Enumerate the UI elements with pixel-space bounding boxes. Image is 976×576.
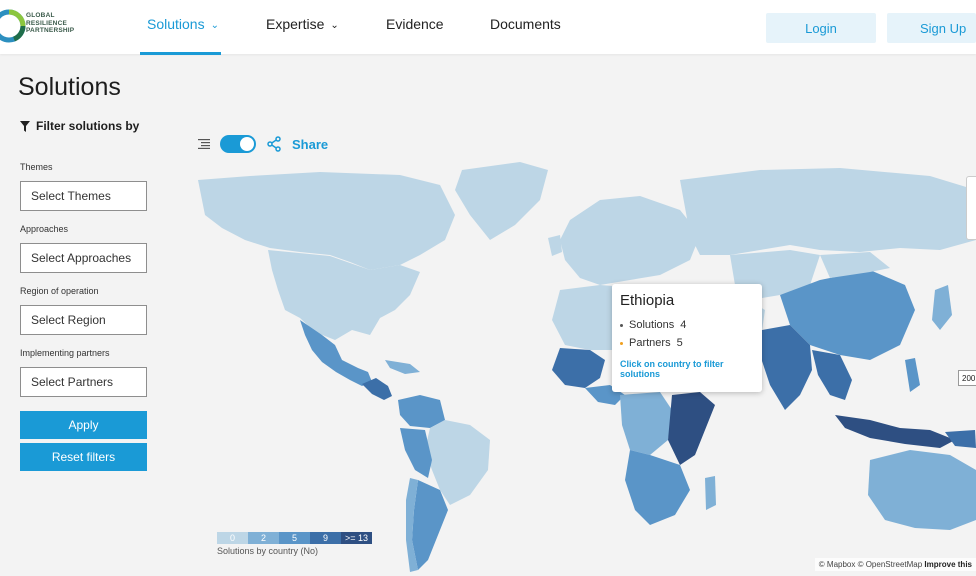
chevron-down-icon: ⌄ [210,19,219,31]
legend-bin-4: >= 13 [341,532,372,544]
themes-label: Themes [20,162,53,172]
share-label[interactable]: Share [292,137,328,152]
signup-label: Sign Up [920,20,967,36]
nav-evidence-label: Evidence [386,16,444,32]
map-zoom-control[interactable] [966,176,976,240]
region-select-value: Select Region [31,313,106,327]
chevron-down-icon: ⌄ [330,19,339,31]
southeast-asia [812,350,852,400]
list-icon[interactable] [198,139,210,149]
page-title: Solutions [18,73,121,101]
madagascar [705,476,716,510]
tooltip-partners-label: Partners [629,337,671,349]
ethiopia-east-africa [668,392,715,465]
signup-button[interactable]: Sign Up [887,13,976,43]
legend-bins: 0 2 5 9 >= 13 [217,532,372,544]
nav-expertise[interactable]: Expertise ⌄ [266,16,339,32]
tooltip-filter-link[interactable]: Click on country to filter solutions [620,359,754,379]
tooltip-solutions-label: Solutions [629,319,675,331]
reset-filters-button[interactable]: Reset filters [20,443,147,471]
nav-evidence[interactable]: Evidence [386,16,444,32]
login-label: Login [805,20,837,36]
tooltip-solutions-value: 4 [680,319,687,331]
nav-expertise-label: Expertise [266,16,325,32]
region-label: Region of operation [20,286,99,296]
filter-icon [20,120,30,132]
canada [198,172,455,270]
bullet-icon [620,323,623,327]
login-button[interactable]: Login [766,13,876,43]
improve-map-link[interactable]: Improve this [924,560,972,569]
logo-line-2: RESILIENCE [26,19,68,27]
apply-label: Apply [68,418,99,432]
greenland [455,162,548,240]
logo-line-1: GLOBAL [26,12,55,19]
tooltip-solutions-row: Solutions 4 [620,319,754,331]
europe [560,196,700,285]
partners-label: Implementing partners [20,348,110,358]
nav-active-underline [140,52,221,55]
themes-select-value: Select Themes [31,189,111,203]
themes-select[interactable]: Select Themes [20,181,147,211]
attribution-text: © Mapbox © OpenStreetMap [818,560,923,569]
region-select[interactable]: Select Region [20,305,147,335]
nav-solutions[interactable]: Solutions ⌄ [147,16,219,32]
top-navigation-bar: GLOBAL RESILIENCE PARTNERSHIP Solutions … [0,0,976,55]
legend-bin-0: 0 [217,532,248,544]
share-icon[interactable] [266,136,282,152]
map-toolbar: Share [198,134,328,154]
legend-bin-3: 9 [310,532,341,544]
tooltip-country: Ethiopia [620,292,675,309]
apply-button[interactable]: Apply [20,411,147,439]
central-africa [620,392,672,455]
philippines [905,358,920,392]
nav-documents-label: Documents [490,16,561,32]
scale-text: 200 [962,373,976,383]
legend-bin-2: 5 [279,532,310,544]
peru-bolivia [400,428,432,478]
partners-select[interactable]: Select Partners [20,367,147,397]
logo-line-3: PARTNERSHIP [26,27,75,34]
legend-caption: Solutions by country (No) [217,546,319,556]
uk-ireland [548,235,562,256]
bullet-icon [620,341,623,345]
map-legend: 0 2 5 9 >= 13 Solutions by country (No) [217,532,372,556]
reset-label: Reset filters [51,450,116,464]
australia [868,450,976,530]
nav-solutions-label: Solutions [147,16,205,32]
map-view-toggle[interactable] [220,135,256,153]
partners-select-value: Select Partners [31,375,114,389]
map-attribution: © Mapbox © OpenStreetMap Improve this [814,558,976,571]
caribbean [385,360,420,374]
world-choropleth-map[interactable] [198,160,976,576]
tooltip-partners-row: Partners 5 [620,337,754,349]
nav-documents[interactable]: Documents [490,16,561,32]
filter-heading: Filter solutions by [20,119,139,133]
gr-partnership-logo[interactable]: GLOBAL RESILIENCE PARTNERSHIP [0,7,110,47]
west-africa-sahel [552,348,605,388]
approaches-select-value: Select Approaches [31,251,132,265]
logo-wordmark: GLOBAL RESILIENCE PARTNERSHIP [26,12,74,35]
approaches-label: Approaches [20,224,69,234]
country-tooltip: Ethiopia Solutions 4 Partners 5 Click on… [612,284,762,392]
legend-bin-1: 2 [248,532,279,544]
japan [932,285,952,330]
approaches-select[interactable]: Select Approaches [20,243,147,273]
filter-heading-label: Filter solutions by [36,119,140,133]
colombia-venezuela [398,395,445,428]
indonesia [835,415,955,448]
logo-ring-icon [0,9,26,43]
tooltip-partners-value: 5 [676,337,683,349]
russia [680,168,976,255]
map-scale: 200 [958,370,976,386]
